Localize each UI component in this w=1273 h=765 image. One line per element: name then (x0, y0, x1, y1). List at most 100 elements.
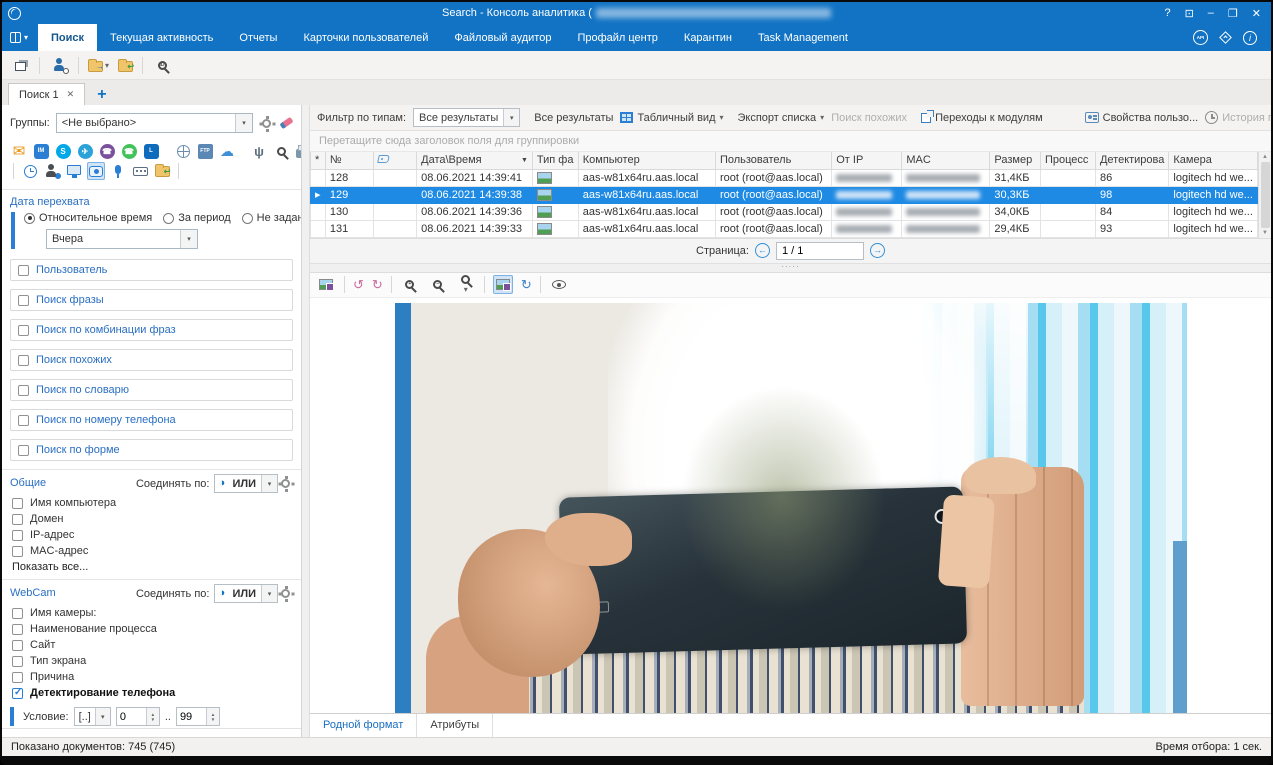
checkbox[interactable] (12, 530, 23, 541)
menu-tab-user-cards[interactable]: Карточки пользователей (290, 24, 441, 51)
col-type[interactable]: Тип фа (532, 152, 578, 169)
panel-splitter[interactable]: ····· (310, 264, 1271, 273)
radio-relative-time[interactable] (24, 213, 35, 224)
keylogger-channel-button[interactable] (131, 162, 149, 180)
col-star[interactable]: * (311, 152, 326, 169)
menu-tab-profile-center[interactable]: Профайл центр (564, 24, 670, 51)
checkbox[interactable] (12, 546, 23, 557)
user-properties-button[interactable]: Свойства пользо... (1085, 112, 1199, 124)
menu-tab-file-auditor[interactable]: Файловый аудитор (441, 24, 564, 51)
save-image-button[interactable] (316, 275, 336, 294)
table-row[interactable]: 130 08.06.2021 14:39:36 aas-w81x64ru.aas… (311, 203, 1258, 220)
filter-box-user[interactable]: Пользователь (10, 259, 293, 281)
checkbox[interactable] (12, 656, 23, 667)
cloud-channel-button[interactable]: ☁ (218, 142, 236, 160)
mail-channel-button[interactable]: ✉ (10, 142, 28, 160)
rotate-right-icon[interactable]: ↻ (372, 278, 383, 291)
filter-box-phone-number[interactable]: Поиск по номеру телефона (10, 409, 293, 431)
common-item-ip[interactable]: IP-адрес (2, 527, 301, 543)
refresh-icon[interactable]: ↻ (521, 278, 532, 291)
table-row-selected[interactable]: ▸ 129 08.06.2021 14:39:38 aas-w81x64ru.a… (311, 186, 1258, 203)
col-mac[interactable]: MAC (902, 152, 990, 169)
checkbox[interactable] (12, 640, 23, 651)
menu-tab-current-activity[interactable]: Текущая активность (97, 24, 226, 51)
checkbox[interactable] (18, 265, 29, 276)
chevron-down-icon[interactable]: ▾ (95, 708, 110, 725)
add-tab-button[interactable]: + (85, 85, 118, 105)
checkbox[interactable] (18, 415, 29, 426)
chevron-down-icon[interactable]: ▾ (235, 114, 252, 132)
http-channel-button[interactable] (174, 142, 192, 160)
common-item-domain[interactable]: Домен (2, 511, 301, 527)
time-channel-button[interactable] (21, 162, 39, 180)
whatsapp-channel-button[interactable]: ☎ (120, 142, 138, 160)
prev-page-button[interactable]: ← (755, 243, 770, 258)
pin-window-icon[interactable]: ⊡ (1185, 7, 1194, 20)
radio-not-set[interactable] (242, 213, 253, 224)
chevron-down-icon[interactable]: ▾ (180, 230, 197, 248)
menu-tab-quarantine[interactable]: Карантин (671, 24, 745, 51)
package-icon[interactable] (1219, 31, 1232, 44)
relative-time-select[interactable]: Вчера ▾ (46, 229, 198, 249)
app-menu-button[interactable]: ▾ (2, 24, 38, 51)
table-row[interactable]: 128 08.06.2021 14:39:41 aas-w81x64ru.aas… (311, 169, 1258, 186)
filter-box-dictionary[interactable]: Поиск по словарю (10, 379, 293, 401)
cascade-windows-button[interactable] (10, 56, 30, 75)
common-join-select[interactable]: ◑ИЛИ▾ (214, 474, 278, 493)
webcam-settings-gear-icon[interactable] (281, 589, 290, 598)
tab-search-1[interactable]: Поиск 1 ✕ (8, 83, 85, 105)
user-search-button[interactable] (49, 56, 69, 75)
view-button[interactable] (549, 275, 569, 294)
zoom-out-button[interactable]: − (428, 275, 448, 294)
close-tab-icon[interactable]: ✕ (67, 89, 75, 100)
filter-box-phrase-combination[interactable]: Поиск по комбинации фраз (10, 319, 293, 341)
search-by-id-button[interactable]: ID (152, 56, 172, 75)
condition-from-input[interactable] (117, 711, 146, 723)
group-by-drop-zone[interactable]: Перетащите сюда заголовок поля для групп… (310, 131, 1271, 152)
stepper-arrows-icon[interactable] (146, 708, 159, 725)
webcam-join-select[interactable]: ◑ИЛИ▾ (214, 584, 278, 603)
chevron-down-icon[interactable]: ▾ (503, 109, 519, 126)
filter-box-form[interactable]: Поиск по форме (10, 439, 293, 461)
zoom-in-button[interactable]: + (400, 275, 420, 294)
chevron-down-icon[interactable]: ▾ (261, 475, 277, 492)
next-page-button[interactable]: → (870, 243, 885, 258)
col-camera[interactable]: Камера (1169, 152, 1258, 169)
export-list-button[interactable]: Экспорт списка▾ (738, 112, 825, 124)
lync-channel-button[interactable]: L (142, 142, 160, 160)
help-icon[interactable]: ? (1164, 7, 1170, 20)
export-query-button[interactable]: →▾ (88, 58, 109, 72)
tab-native-format[interactable]: Родной формат (310, 714, 417, 737)
col-ip[interactable]: От IP (832, 152, 902, 169)
condition-operator-select[interactable]: [..]▾ (74, 707, 111, 726)
col-process[interactable]: Процесс (1040, 152, 1095, 169)
api-icon[interactable]: API (1193, 30, 1208, 45)
tab-attributes[interactable]: Атрибуты (417, 714, 493, 737)
webcam-item-phone-detection[interactable]: Детектирование телефона (2, 685, 301, 701)
all-results-button[interactable]: Все результаты (534, 112, 613, 124)
checkbox-checked[interactable] (12, 688, 23, 699)
table-scrollbar[interactable]: ▲ ▼ (1258, 152, 1271, 238)
webcam-item-camera-name[interactable]: Имя камеры: (2, 605, 301, 621)
chevron-down-icon[interactable]: ▾ (261, 585, 277, 602)
ftp-channel-button[interactable]: FTP (196, 142, 214, 160)
condition-from-stepper[interactable] (116, 707, 160, 726)
show-all-link[interactable]: Показать все... (2, 559, 301, 575)
checkbox[interactable] (12, 498, 23, 509)
monitor-channel-button[interactable] (65, 162, 83, 180)
checkbox[interactable] (18, 355, 29, 366)
col-computer[interactable]: Компьютер (578, 152, 715, 169)
menu-tab-search[interactable]: Поиск (38, 24, 97, 51)
zoom-level-button[interactable]: ▾ (456, 275, 476, 294)
condition-to-input[interactable] (177, 711, 206, 723)
scroll-up-icon[interactable]: ▲ (1262, 154, 1268, 160)
webcam-item-screen-type[interactable]: Тип экрана (2, 653, 301, 669)
clear-groups-eraser-icon[interactable] (279, 117, 293, 129)
scrollbar-thumb[interactable] (1261, 162, 1270, 228)
image-viewer[interactable] (310, 298, 1271, 714)
file-upload-channel-button[interactable]: ↩ (153, 162, 171, 180)
checkbox[interactable] (12, 608, 23, 619)
webcam-item-reason[interactable]: Причина (2, 669, 301, 685)
checkbox[interactable] (18, 325, 29, 336)
device-monitor-channel-button[interactable] (272, 142, 290, 160)
